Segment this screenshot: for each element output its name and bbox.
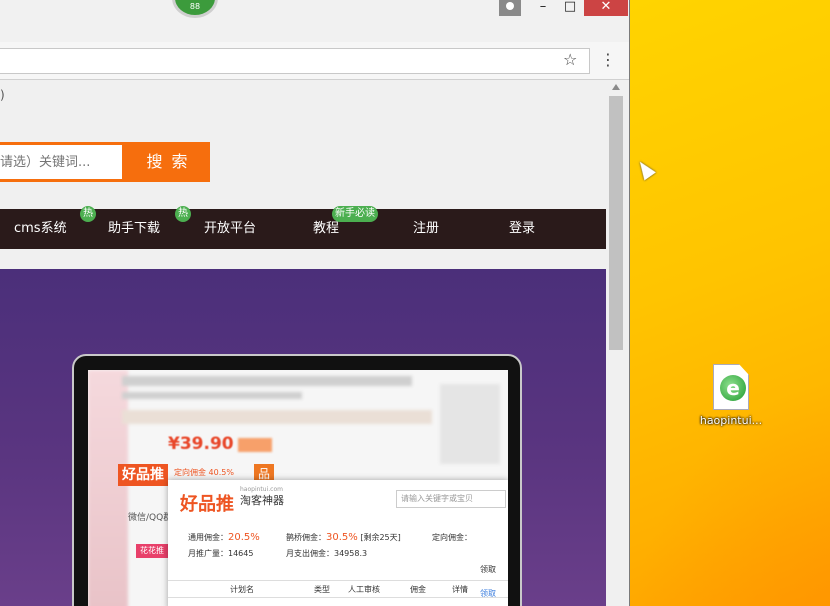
nav-register[interactable]: 注册 (413, 209, 439, 249)
maximize-button[interactable]: □ (563, 0, 577, 16)
ie-html-file-icon: e (713, 364, 749, 410)
directed-commission: 定向佣金： (432, 533, 472, 542)
main-nav: cms系统 热 助手下载 热 开放平台 教程 新手必读 注册 登录 (0, 206, 606, 249)
blurred-tag (238, 438, 272, 452)
top-text: ) (0, 88, 5, 102)
scrollbar-thumb[interactable] (609, 96, 623, 350)
hot-badge: 热 (175, 206, 191, 222)
bridge-commission: 鹊桥佣金：30.5% [剩余25天] (286, 532, 401, 543)
blurred-subtitle (122, 392, 302, 399)
search-button[interactable]: 搜 索 (126, 142, 210, 182)
monthly-payout: 月支出佣金：34958.3 (286, 549, 368, 558)
receive-link-2[interactable]: 领取 (480, 588, 496, 599)
blurred-title (122, 376, 412, 386)
hot-badge: 热 (80, 206, 96, 222)
monthly-promo: 月推广量：14645 (188, 549, 254, 558)
nav-download[interactable]: 助手下载 (108, 209, 160, 249)
col-type: 类型 (314, 585, 330, 594)
panel-search-input[interactable]: 请输入关键字或宝贝 (396, 490, 506, 508)
laptop-screen: ¥39.90 好品推 定向佣金 40.5% 品 微信/QQ群 花花推 好品推 h… (88, 370, 508, 606)
title-bar: 88 – □ ✕ (0, 0, 629, 42)
browser-menu-icon[interactable]: ⋮ (600, 50, 616, 69)
blurred-sidebar (88, 370, 128, 606)
nav-cms[interactable]: cms系统 (14, 209, 67, 249)
huahua-button[interactable]: 花花推 (136, 544, 168, 558)
profile-icon[interactable] (499, 0, 521, 16)
search-input[interactable] (0, 145, 122, 179)
nav-login[interactable]: 登录 (509, 209, 535, 249)
scroll-up-arrow-icon[interactable] (612, 84, 620, 90)
app-badge-icon: 88 (172, 0, 218, 18)
web-page: ) 搜 索 cms系统 热 助手下载 热 开放平台 教程 新手必读 注册 登录 (0, 80, 606, 606)
receive-link[interactable]: 领取 (480, 564, 496, 575)
desktop-file-icon[interactable]: e haopintui... (690, 364, 772, 427)
hpt-directed-rate: 定向佣金 40.5% (174, 468, 234, 477)
bookmark-star-icon[interactable]: ☆ (563, 50, 577, 69)
plugin-panel: 好品推 haopintui.com 淘客神器 请输入关键字或宝贝 通用佣金：20… (168, 480, 508, 606)
general-commission: 通用佣金：20.5% (188, 532, 260, 543)
col-commission: 佣金 (410, 585, 426, 594)
newbie-badge: 新手必读 (332, 206, 378, 222)
panel-logo-sub: 淘客神器 (240, 494, 284, 507)
hpt-logo: 好品推 (118, 464, 168, 486)
panel-logo: 好品推 (180, 494, 234, 515)
blurred-right-panel (440, 384, 500, 464)
desktop-file-label: haopintui... (699, 414, 763, 427)
search-bar: 搜 索 (0, 142, 210, 182)
app-badge-text: 88 (189, 2, 201, 11)
nav-open-platform[interactable]: 开放平台 (204, 209, 256, 249)
hero-banner: ¥39.90 好品推 定向佣金 40.5% 品 微信/QQ群 花花推 好品推 h… (0, 269, 606, 606)
browser-window: 88 – □ ✕ ☆ ⋮ ) 搜 索 cms系统 热 助手下载 热 开放平台 教… (0, 0, 630, 606)
browser-toolbar: ☆ ⋮ (0, 42, 629, 80)
col-plan: 计划名 (230, 585, 254, 594)
col-review: 人工审核 (348, 585, 380, 594)
laptop-mockup: ¥39.90 好品推 定向佣金 40.5% 品 微信/QQ群 花花推 好品推 h… (72, 354, 522, 606)
wechat-qq-label: 微信/QQ群 (128, 513, 173, 523)
close-button[interactable]: ✕ (584, 0, 628, 16)
minimize-button[interactable]: – (536, 0, 550, 16)
blurred-row (122, 410, 432, 424)
plan-table-header: 计划名 类型 人工审核 佣金 详情 (168, 580, 508, 598)
product-price: ¥39.90 (168, 434, 234, 454)
address-bar[interactable] (0, 48, 590, 74)
page-scrollbar[interactable] (606, 80, 628, 606)
col-detail: 详情 (452, 585, 468, 594)
